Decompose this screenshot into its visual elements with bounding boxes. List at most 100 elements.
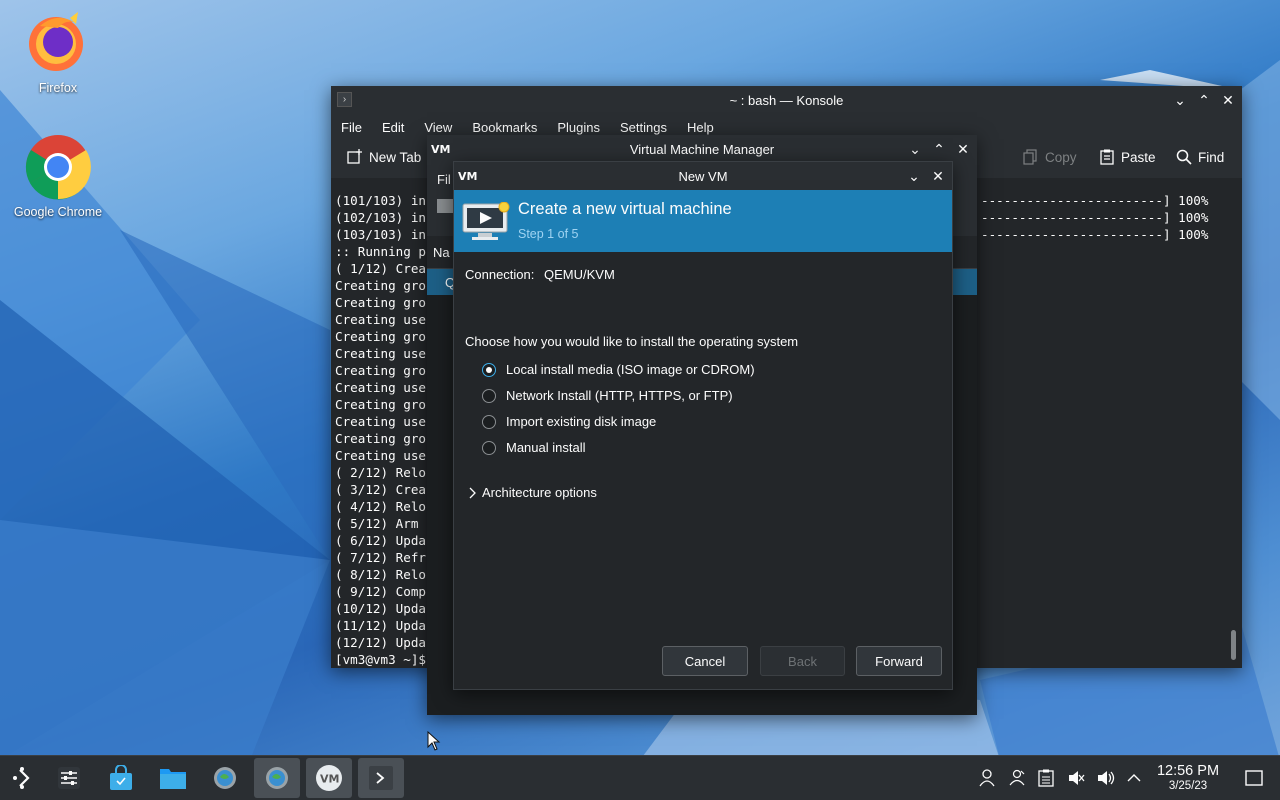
terminal-scrollbar[interactable] <box>1231 630 1236 660</box>
speaker-muted-icon <box>1069 771 1085 785</box>
connection-value: QEMU/KVM <box>544 267 615 282</box>
new-tab-label: New Tab <box>369 149 422 165</box>
vmm-new-icon[interactable] <box>437 199 453 213</box>
minimize-icon[interactable]: ⌄ <box>904 166 924 186</box>
forward-button[interactable]: Forward <box>856 646 942 676</box>
terminal-line: (12/12) Upda <box>335 635 426 650</box>
maximize-icon[interactable]: ⌃ <box>1194 90 1214 110</box>
clock-time: 12:56 PM <box>1156 763 1220 779</box>
clock[interactable]: 12:56 PM 3/25/23 <box>1150 763 1226 793</box>
vmm-titlebar[interactable]: VM Virtual Machine Manager ⌄ ⌃ ✕ <box>427 135 977 163</box>
radio-import-disk[interactable]: Import existing disk image <box>482 414 656 429</box>
radio-label: Network Install (HTTP, HTTPS, or FTP) <box>506 388 733 403</box>
taskbar-discover[interactable] <box>98 758 144 798</box>
connection-label: Connection: <box>465 267 535 282</box>
vmm-menu-file[interactable]: Fil <box>437 172 451 187</box>
application-launcher[interactable] <box>0 758 46 798</box>
radio-button[interactable] <box>482 414 496 429</box>
tray-clipboard[interactable] <box>1033 756 1059 800</box>
minimize-icon[interactable]: ⌄ <box>905 139 925 159</box>
cancel-button[interactable]: Cancel <box>662 646 748 676</box>
terminal-line: (101/103) in <box>335 193 426 208</box>
close-icon[interactable]: ✕ <box>1218 90 1238 110</box>
terminal-line: (10/12) Upda <box>335 601 426 616</box>
menu-plugins[interactable]: Plugins <box>547 120 610 135</box>
konsole-app-icon[interactable]: › <box>337 92 352 107</box>
globe-gear-icon <box>214 767 236 789</box>
chevron-up-icon <box>1127 774 1141 782</box>
paste-button[interactable]: Paste <box>1099 149 1156 165</box>
taskbar-file-manager[interactable] <box>150 758 196 798</box>
taskbar-browser-b[interactable] <box>254 758 300 798</box>
menu-help[interactable]: Help <box>677 120 724 135</box>
taskbar-system-settings[interactable] <box>46 758 92 798</box>
find-button[interactable]: Find <box>1176 149 1224 165</box>
folder-icon <box>160 769 186 789</box>
desktop-icon-label: Firefox <box>38 81 78 95</box>
terminal-line: ( 6/12) Upda <box>335 533 426 548</box>
user-icon <box>979 769 995 787</box>
radio-button[interactable] <box>482 362 496 377</box>
taskbar-virt-manager[interactable]: VM <box>306 758 352 798</box>
radio-network-install[interactable]: Network Install (HTTP, HTTPS, or FTP) <box>482 388 733 403</box>
minimize-icon[interactable]: ⌄ <box>1170 90 1190 110</box>
vmm-header-name: Na <box>433 245 450 260</box>
taskbar-konsole[interactable] <box>358 758 404 798</box>
wizard-banner: Create a new virtual machine Step 1 of 5 <box>454 190 952 252</box>
radio-button[interactable] <box>482 388 496 403</box>
terminal-line: Creating gro <box>335 329 426 344</box>
architecture-expander[interactable]: Architecture options <box>468 485 597 500</box>
terminal-line: ( 5/12) Arm <box>335 516 419 531</box>
terminal-line: ------------------------] 100% <box>981 210 1209 225</box>
install-prompt: Choose how you would like to install the… <box>465 334 799 349</box>
connection-row: Connection: QEMU/KVM <box>465 267 615 282</box>
menu-bookmarks[interactable]: Bookmarks <box>462 120 547 135</box>
close-icon[interactable]: ✕ <box>928 166 948 186</box>
maximize-icon[interactable]: ⌃ <box>929 139 949 159</box>
desktop-icon-google-chrome[interactable]: Google Chrome <box>3 134 113 219</box>
tray-expand[interactable] <box>1121 756 1147 800</box>
tray-user[interactable] <box>974 756 1000 800</box>
wizard-step: Step 1 of 5 <box>518 227 579 241</box>
tray-volume[interactable] <box>1093 756 1119 800</box>
launcher-icon <box>13 767 30 789</box>
chevron-right-icon <box>469 487 476 498</box>
menu-file[interactable]: File <box>331 120 372 135</box>
terminal-line: Creating use <box>335 448 426 463</box>
tray-network[interactable] <box>1004 756 1030 800</box>
desktop-icon-firefox[interactable]: Firefox <box>3 8 113 95</box>
chrome-icon <box>25 135 91 200</box>
tray-audio-muted[interactable] <box>1063 756 1089 800</box>
copy-button[interactable]: Copy <box>1023 149 1077 165</box>
terminal-line: :: Running p <box>335 244 426 259</box>
close-icon[interactable]: ✕ <box>953 139 973 159</box>
terminal-line: Creating gro <box>335 431 426 446</box>
network-user-icon <box>1009 769 1025 786</box>
radio-button[interactable] <box>482 440 496 455</box>
globe-gear-icon <box>266 767 288 789</box>
window-title: ~ : bash — Konsole <box>729 92 844 108</box>
svg-text:VM: VM <box>320 773 339 786</box>
new-vm-titlebar[interactable]: VM New VM ⌄ ✕ <box>454 162 952 190</box>
terminal-line: ( 3/12) Crea <box>335 482 426 497</box>
radio-label: Local install media (ISO image or CDROM) <box>506 362 755 377</box>
konsole-titlebar[interactable]: › ~ : bash — Konsole ⌄ ⌃ ✕ <box>331 86 1242 114</box>
radio-local-install[interactable]: Local install media (ISO image or CDROM) <box>482 362 755 377</box>
taskbar-browser-a[interactable] <box>202 758 248 798</box>
settings-sliders-icon <box>58 767 80 789</box>
menu-edit[interactable]: Edit <box>372 120 414 135</box>
menu-settings[interactable]: Settings <box>610 120 677 135</box>
back-button[interactable]: Back <box>760 646 845 676</box>
svg-text:VM: VM <box>458 170 477 183</box>
terminal-line: (11/12) Upda <box>335 618 426 633</box>
paste-icon <box>1100 149 1114 165</box>
menu-view[interactable]: View <box>414 120 462 135</box>
show-desktop[interactable] <box>1241 756 1267 800</box>
wizard-title: Create a new virtual machine <box>518 200 732 218</box>
terminal-line: Creating use <box>335 380 426 395</box>
new-tab-button[interactable]: New Tab <box>347 149 421 165</box>
new-vm-dialog[interactable]: VM New VM ⌄ ✕ Create a new virtual machi… <box>453 161 953 690</box>
radio-manual-install[interactable]: Manual install <box>482 440 586 455</box>
paste-label: Paste <box>1121 149 1156 165</box>
taskbar: VM 12:56 PM 3/25/23 <box>0 755 1280 800</box>
